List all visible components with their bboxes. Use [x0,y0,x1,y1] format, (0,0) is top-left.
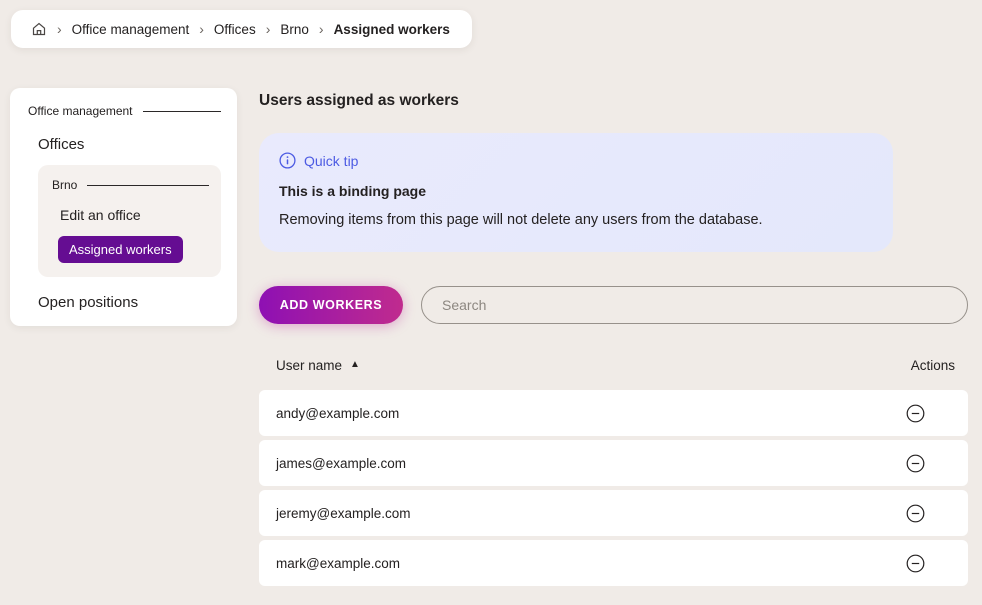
quick-tip-heading: This is a binding page [279,183,873,199]
sidebar-group-label: Office management [28,104,133,118]
remove-worker-button[interactable] [905,453,925,473]
sidebar-item-open-positions[interactable]: Open positions [38,294,221,311]
minus-circle-icon [906,554,925,573]
toolbar: ADD WORKERS [259,286,968,324]
quick-tip-box: Quick tip This is a binding page Removin… [259,133,893,252]
remove-worker-button[interactable] [905,553,925,573]
sidebar-group-office-management: Office management [28,104,221,118]
search-input[interactable] [421,286,968,324]
minus-circle-icon [906,454,925,473]
quick-tip-body: Removing items from this page will not d… [279,212,873,228]
table-header: User name ▲ Actions [259,354,968,376]
breadcrumb-separator: › [265,21,272,37]
minus-circle-icon [906,504,925,523]
breadcrumb-item-offices[interactable]: Offices [214,22,256,37]
divider-line [143,111,221,112]
sidebar: Office management Offices Brno Edit an o… [10,88,237,326]
row-username: jeremy@example.com [276,506,411,521]
minus-circle-icon [906,404,925,423]
breadcrumb-separator: › [56,21,63,37]
row-username: james@example.com [276,456,406,471]
breadcrumb-item-brno[interactable]: Brno [280,22,309,37]
quick-tip-label: Quick tip [304,153,358,169]
divider-line [87,185,209,186]
breadcrumb-item-office-management[interactable]: Office management [72,22,190,37]
sort-ascending-icon[interactable]: ▲ [350,360,360,370]
column-header-username[interactable]: User name ▲ [276,358,360,373]
table-row: mark@example.com [259,540,968,586]
sidebar-item-edit-office[interactable]: Edit an office [60,207,209,223]
sidebar-item-offices[interactable]: Offices [38,136,221,153]
breadcrumb-separator: › [198,21,205,37]
row-username: mark@example.com [276,556,400,571]
worker-rows: andy@example.com james@example.com jerem… [259,390,968,586]
home-icon[interactable] [31,21,47,37]
column-header-actions: Actions [911,358,955,373]
sidebar-office-panel: Brno Edit an office Assigned workers [38,165,221,277]
add-workers-button[interactable]: ADD WORKERS [259,286,403,324]
search-field-wrapper [421,286,968,324]
info-icon [279,152,296,169]
table-row: jeremy@example.com [259,490,968,536]
table-row: james@example.com [259,440,968,486]
breadcrumb-separator: › [318,21,325,37]
page-title: Users assigned as workers [259,92,459,110]
row-username: andy@example.com [276,406,399,421]
remove-worker-button[interactable] [905,503,925,523]
sidebar-office-name: Brno [52,178,77,192]
column-header-username-label: User name [276,358,342,373]
sidebar-office-name-row: Brno [52,178,209,192]
remove-worker-button[interactable] [905,403,925,423]
quick-tip-header: Quick tip [279,152,873,169]
sidebar-item-assigned-workers[interactable]: Assigned workers [58,236,183,263]
breadcrumb: › Office management › Offices › Brno › A… [11,10,472,48]
breadcrumb-item-assigned-workers: Assigned workers [334,22,450,37]
table-row: andy@example.com [259,390,968,436]
